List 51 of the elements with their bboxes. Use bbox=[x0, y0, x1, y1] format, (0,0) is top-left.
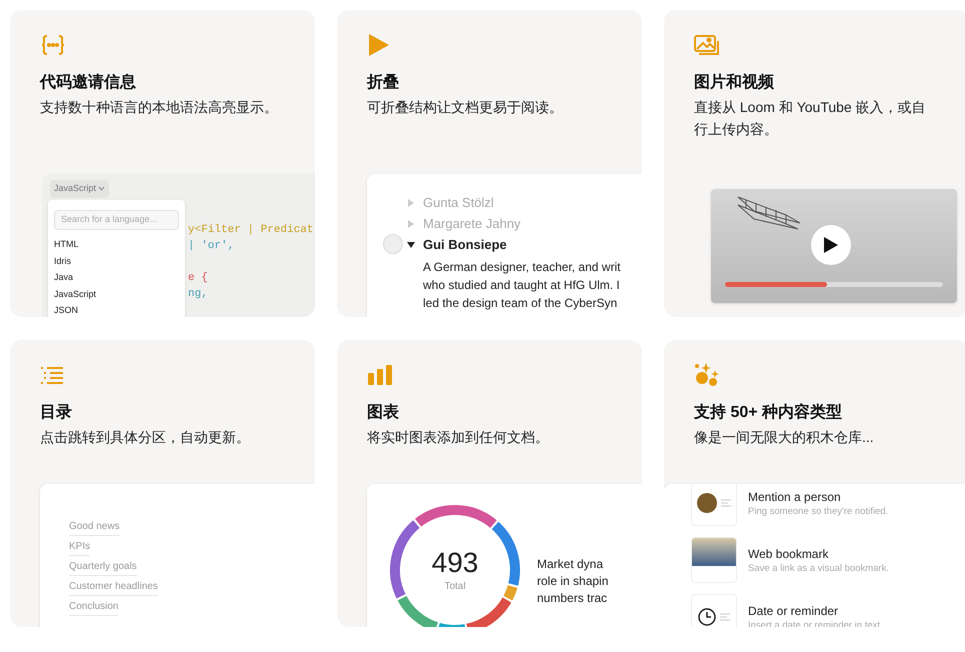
card-title: 图片和视频 bbox=[694, 72, 775, 93]
text-lines-icon bbox=[720, 613, 730, 621]
card-description: 可折叠结构让文档更易于阅读。 bbox=[367, 98, 564, 117]
code-line: ng, bbox=[188, 286, 208, 302]
bar-chart-icon bbox=[367, 365, 393, 385]
chart-description: Market dyna role in shapin numbers trac bbox=[537, 556, 608, 607]
toggle-body-text: A German designer, teacher, and writ who studied and taught at HfG Ulm. I led the design team of the CyberSyn bbox=[422, 259, 622, 312]
avatar-icon bbox=[383, 234, 403, 254]
code-line: e { bbox=[188, 270, 208, 286]
card-description: 将实时图表添加到任何文档。 bbox=[367, 428, 550, 447]
clock-icon bbox=[698, 608, 716, 626]
card-title: 支持 50+ 种内容类型 bbox=[694, 402, 844, 423]
language-option[interactable]: HTML bbox=[54, 236, 179, 252]
triangle-down-icon[interactable] bbox=[407, 240, 415, 248]
language-option[interactable]: JSON bbox=[54, 302, 179, 317]
shapes-icon bbox=[694, 362, 720, 388]
total-label: Total bbox=[444, 580, 466, 594]
block-subtitle: Save a link as a visual bookmark. bbox=[748, 562, 889, 574]
block-title[interactable]: Mention a person bbox=[748, 488, 888, 504]
code-braces-icon bbox=[40, 34, 66, 56]
code-line: y<Filter | Predicat bbox=[188, 222, 314, 238]
card-title: 代码邀请信息 bbox=[40, 72, 137, 93]
language-selector[interactable]: JavaScript bbox=[50, 180, 110, 198]
card-title: 目录 bbox=[40, 403, 73, 423]
language-option[interactable]: JavaScript bbox=[54, 286, 179, 302]
language-option[interactable]: Java bbox=[54, 269, 179, 286]
toggle-title: Gunta Stölzl bbox=[423, 194, 494, 212]
text-lines-icon bbox=[721, 499, 731, 507]
images-icon bbox=[694, 34, 720, 56]
code-line: | 'or', bbox=[188, 238, 234, 254]
chevron-down-icon bbox=[98, 186, 106, 192]
toggle-title: Margarete Jahny bbox=[423, 214, 521, 233]
block-subtitle: Ping someone so they're notified. bbox=[748, 504, 888, 518]
card-title: 图表 bbox=[367, 402, 400, 423]
image-placeholder bbox=[692, 538, 736, 566]
list-icon bbox=[40, 366, 64, 384]
play-icon bbox=[823, 236, 839, 254]
card-description: 像是一间无限大的积木仓库... bbox=[694, 428, 875, 447]
block-title[interactable]: Web bookmark bbox=[748, 546, 889, 562]
language-option[interactable]: Idris bbox=[54, 252, 179, 269]
toggle-title: Gui Bonsiepe bbox=[423, 236, 507, 254]
card-title: 折叠 bbox=[367, 72, 400, 93]
total-value: 493 bbox=[432, 546, 478, 578]
play-triangle-icon bbox=[367, 33, 391, 57]
language-search-field[interactable]: Search for a language... bbox=[54, 210, 179, 230]
avatar-icon bbox=[697, 493, 717, 513]
block-title[interactable]: Date or reminder bbox=[748, 602, 880, 618]
card-description: 支持数十种语言的本地语法高亮显示。 bbox=[40, 98, 279, 117]
card-description: 直接从 Loom 和 YouTube 嵌入，或自行上传内容。 bbox=[694, 98, 927, 139]
play-button[interactable] bbox=[811, 225, 851, 265]
card-description: 点击跳转到具体分区，自动更新。 bbox=[40, 428, 251, 447]
